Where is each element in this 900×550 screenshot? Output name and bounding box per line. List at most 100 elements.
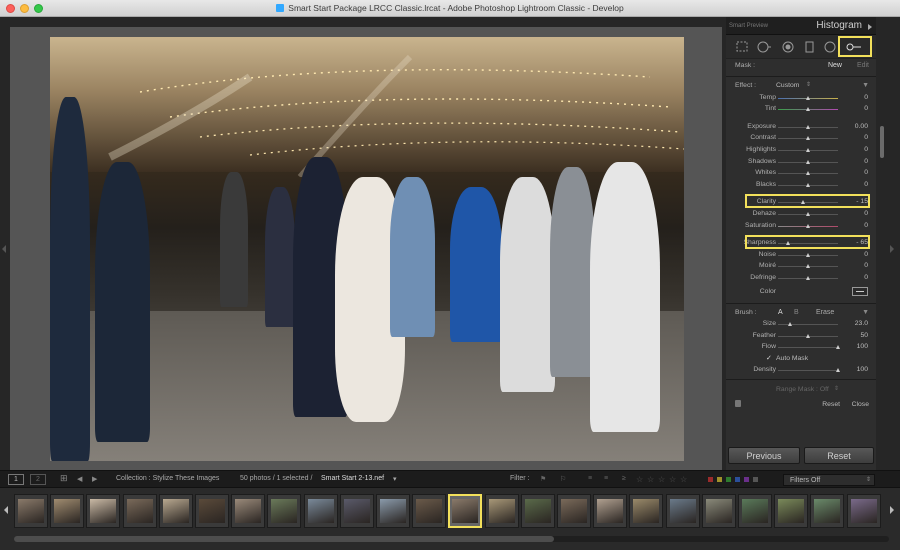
blacks-slider-thumb[interactable] [806,182,810,187]
color-label-blue[interactable] [735,477,740,482]
defringe-value[interactable]: 0 [864,274,868,281]
tint-slider-thumb[interactable] [806,107,810,112]
shadows-slider-track[interactable] [778,159,838,164]
moir-slider-track[interactable] [778,264,838,269]
filmstrip-left-arrow[interactable] [4,506,8,514]
shadows-value[interactable]: 0 [864,158,868,165]
star-filter-3[interactable]: ☆ [658,475,665,484]
crop-overlay-icon[interactable] [734,40,750,53]
flow-value[interactable]: 100 [857,343,868,350]
saturation-slider-track[interactable] [778,223,838,228]
size-slider-thumb[interactable] [788,322,792,327]
saturation-slider-thumb[interactable] [806,223,810,228]
exposure-slider-track[interactable] [778,124,838,129]
defringe-slider-track[interactable] [778,275,838,280]
tint-value[interactable]: 0 [864,105,868,112]
unflag-filter-icon[interactable]: ⚐ [560,475,566,483]
filmstrip-thumbnail[interactable] [158,494,193,528]
filmstrip-scrollbar[interactable] [14,536,889,542]
color-label-green[interactable] [726,477,731,482]
star-filter-5[interactable]: ☆ [680,475,687,484]
flow-slider-track[interactable] [778,345,840,350]
contrast-value[interactable]: 0 [864,134,868,141]
saturation-value[interactable]: 0 [864,222,868,229]
dehaze-slider-track[interactable] [778,211,838,216]
panel-reset-button[interactable]: Reset [822,401,840,408]
rating-compare-icon[interactable]: ≥ [622,475,626,482]
highlights-slider-thumb[interactable] [806,147,810,152]
collection-label[interactable]: Collection : Stylize These Images [116,475,219,482]
previous-button[interactable]: Previous [728,447,800,464]
moir-value[interactable]: 0 [864,262,868,269]
filmstrip-thumbnail-selected[interactable] [448,494,483,528]
filmstrip-thumbnail[interactable] [86,494,121,528]
temp-slider-thumb[interactable] [806,95,810,100]
noise-value[interactable]: 0 [864,251,868,258]
feather-value[interactable]: 50 [860,332,868,339]
panel-scrollbar[interactable] [879,18,885,468]
filmstrip-thumbnail[interactable] [412,494,447,528]
highlights-slider-track[interactable] [778,147,838,152]
flag-filter-icon[interactable]: ⚑ [540,475,546,483]
filmstrip-thumbnail[interactable] [557,494,591,528]
feather-slider-thumb[interactable] [806,333,810,338]
right-panel-toggle[interactable] [890,245,894,253]
auto-mask-checkbox[interactable]: ✓ [766,354,772,362]
blacks-value[interactable]: 0 [864,181,868,188]
graduated-filter-icon[interactable] [802,40,818,53]
noise-slider-track[interactable] [778,252,838,257]
tint-slider-track[interactable] [778,107,838,112]
density-slider-thumb[interactable] [836,368,840,373]
noise-slider-thumb[interactable] [806,252,810,257]
filmstrip-scrollbar-thumb[interactable] [14,536,554,542]
whites-value[interactable]: 0 [864,169,868,176]
filmstrip-thumbnail[interactable] [303,494,338,528]
feather-slider-track[interactable] [778,333,838,338]
filmstrip-thumbnail[interactable] [267,494,302,528]
brush-a-button[interactable]: A [778,309,783,316]
flow-slider-thumb[interactable] [836,345,840,350]
filmstrip-right-arrow[interactable] [890,506,894,514]
filters-select[interactable]: Filters Off ⇕ [783,474,875,486]
dehaze-value[interactable]: 0 [864,210,868,217]
panel-scrollbar-thumb[interactable] [880,126,884,158]
blacks-slider-track[interactable] [778,182,838,187]
contrast-slider-thumb[interactable] [806,136,810,141]
mask-edit-button[interactable]: Edit [857,62,869,69]
size-slider-track[interactable] [778,322,838,327]
filmstrip-thumbnail[interactable] [846,494,881,528]
temp-value[interactable]: 0 [864,94,868,101]
color-label-purple[interactable] [744,477,749,482]
temp-slider-track[interactable] [778,95,838,100]
grid-view-icon[interactable]: ⊞ [60,473,68,484]
filmstrip-thumbnail[interactable] [738,494,772,528]
dehaze-slider-thumb[interactable] [806,211,810,216]
forward-arrow-icon[interactable]: ▶ [92,475,97,483]
left-panel-toggle[interactable] [2,245,6,253]
photo-viewer[interactable] [10,27,722,470]
current-filename[interactable]: Smart Start 2-13.nef [321,475,384,482]
collapse-triangle-icon[interactable] [868,24,872,30]
filmstrip-thumbnail[interactable] [376,494,410,528]
primary-display-button[interactable]: 1 [8,474,24,485]
star-filter-2[interactable]: ☆ [647,475,654,484]
flag-sort-icon[interactable]: ≡ [588,475,592,482]
filmstrip-thumbnail[interactable] [195,494,229,528]
exposure-slider-thumb[interactable] [806,124,810,129]
color-label-gray[interactable] [753,477,758,482]
star-filter-1[interactable]: ☆ [636,475,643,484]
effect-dropdown-icon[interactable]: ⇕ [806,81,811,88]
secondary-display-button[interactable]: 2 [30,474,46,485]
filename-dropdown-icon[interactable]: ▾ [393,475,397,483]
defringe-slider-thumb[interactable] [806,275,810,280]
filmstrip-thumbnail[interactable] [593,494,628,528]
filmstrip-thumbnail[interactable] [520,494,555,528]
exposure-value[interactable]: 0.00 [855,123,868,130]
effect-preset-select[interactable]: Custom [776,82,799,89]
contrast-slider-track[interactable] [778,136,838,141]
highlights-value[interactable]: 0 [864,146,868,153]
size-value[interactable]: 23.0 [855,320,868,327]
filmstrip-thumbnail[interactable] [50,494,85,528]
color-label-red[interactable] [708,477,713,482]
histogram-header[interactable]: Smart Preview Histogram [726,17,876,35]
